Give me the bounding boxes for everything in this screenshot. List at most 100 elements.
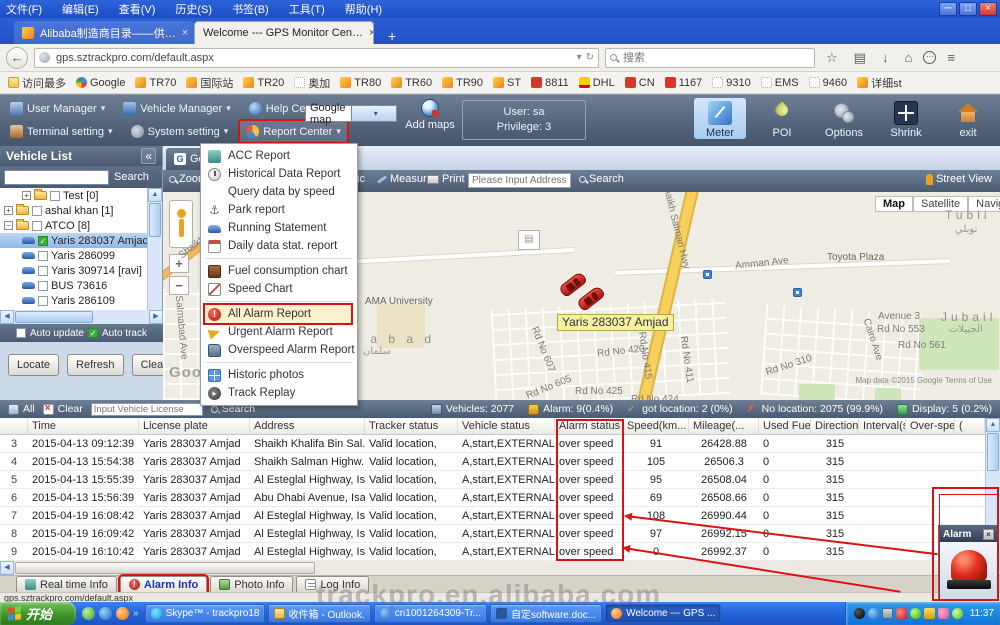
bookmark-tr70[interactable]: TR70 (135, 77, 176, 89)
table-row[interactable]: 92015-04-19 16:10:42Yaris 283037 AmjadAl… (0, 543, 1000, 561)
toolbar-menu-user-manager[interactable]: User Manager▾ (4, 98, 111, 119)
back-button[interactable]: ← (6, 47, 28, 69)
bookmark-奥加[interactable]: 奥加 (294, 75, 330, 91)
monitor-icon[interactable] (882, 608, 893, 619)
menu-item-park-report[interactable]: ⚓Park report (201, 201, 357, 219)
measure-button[interactable]: Measure (377, 173, 433, 185)
map-search-button[interactable]: Search (579, 173, 624, 185)
column-header-[interactable]: ( (955, 418, 985, 434)
checkbox[interactable] (50, 191, 60, 201)
print-button[interactable]: Print (427, 173, 465, 185)
task-cn1001264309-tr[interactable]: cn1001264309-Tr... (374, 604, 487, 623)
menu-item-overspeed-alarm-report[interactable]: Overspeed Alarm Report (201, 341, 357, 359)
checkbox[interactable]: ✓ (38, 236, 48, 246)
menu-item-query-data-by-speed[interactable]: Query data by speed (201, 183, 357, 201)
plus-icon[interactable] (952, 608, 963, 619)
browser-menu-帮助-h[interactable]: 帮助(H) (345, 1, 382, 17)
table-row[interactable]: 72015-04-19 16:08:42Yaris 283037 AmjadAl… (0, 507, 1000, 525)
column-header-used-fuel[interactable]: Used Fuel... (759, 418, 811, 434)
task-skype-trackpro18[interactable]: Skype™ - trackpro18 (145, 604, 265, 623)
bookmark-tr60[interactable]: TR60 (391, 77, 432, 89)
vehicle-search-button[interactable]: Search (114, 171, 149, 183)
tree-item-yaris-286109[interactable]: Yaris 286109 (0, 293, 148, 308)
column-header-vehicle-status[interactable]: Vehicle status (458, 418, 555, 434)
street-view-control[interactable] (169, 200, 193, 248)
bookmark-ems[interactable]: EMS (761, 77, 799, 89)
bookmark-1167[interactable]: 1167 (665, 77, 703, 89)
menu-item-daily-data-stat-report[interactable]: Daily data stat. report (201, 237, 357, 255)
expand-icon[interactable]: − (4, 221, 13, 230)
scroll-left-icon[interactable]: ◀ (0, 310, 14, 324)
browser-menu-文件-f[interactable]: 文件(F) (6, 1, 42, 17)
quick-launch-more-icon[interactable]: » (133, 608, 139, 619)
bookmark-tr20[interactable]: TR20 (243, 77, 284, 89)
bookmark-dhl[interactable]: DHL (579, 77, 615, 89)
url-dropdown-icon[interactable]: ▾ (577, 52, 582, 63)
tree-item-atco-8[interactable]: −ATCO [8] (0, 218, 148, 233)
close-icon[interactable]: × (979, 2, 997, 16)
vehicle-search-input[interactable] (4, 170, 109, 185)
column-header-tracker-status[interactable]: Tracker status (365, 418, 458, 434)
refresh-button[interactable]: Refresh (67, 354, 124, 376)
license-filter-input[interactable] (91, 403, 203, 416)
tree-item-test-0[interactable]: +Test [0] (0, 188, 148, 203)
menu-item-speed-chart[interactable]: Speed Chart (201, 280, 357, 298)
column-header-license-plate[interactable]: License plate (139, 418, 250, 434)
checkbox[interactable] (32, 221, 42, 231)
column-header-alarm-status[interactable]: Alarm status (555, 418, 623, 434)
menu-item-all-alarm-report[interactable]: !All Alarm Report (205, 305, 351, 323)
scroll-left-icon[interactable]: ◀ (0, 561, 14, 575)
toolbar-menu-system-setting[interactable]: System setting▾ (125, 121, 235, 142)
action-exit[interactable]: exit (942, 98, 994, 139)
minimize-icon[interactable]: ─ (939, 2, 957, 16)
column-header-address[interactable]: Address (250, 418, 365, 434)
action-meter[interactable]: Meter (694, 98, 746, 139)
url-input[interactable] (54, 51, 573, 65)
scroll-up-icon[interactable]: ▲ (986, 418, 1000, 432)
clear-list-button[interactable]: Clear (43, 403, 83, 415)
pink-icon[interactable] (938, 608, 949, 619)
table-row[interactable]: 42015-04-13 15:54:38Yaris 283037 AmjadSh… (0, 453, 1000, 471)
menu-item-running-statement[interactable]: Running Statement (201, 219, 357, 237)
checkbox[interactable] (38, 281, 48, 291)
column-header-mileage[interactable]: Mileage(... (689, 418, 759, 434)
toolbar-menu-vehicle-manager[interactable]: Vehicle Manager▾ (117, 98, 236, 119)
tree-item-yaris-286099[interactable]: Yaris 286099 (0, 248, 148, 263)
tree-item-yaris-309714-ravi[interactable]: Yaris 309714 [ravi] (0, 263, 148, 278)
task-welcome-gps[interactable]: Welcome --- GPS ... (605, 604, 721, 623)
vehicle-marker[interactable] (558, 271, 588, 298)
expand-icon[interactable]: + (4, 206, 13, 215)
scroll-thumb[interactable] (987, 433, 999, 471)
column-header-time[interactable]: Time (28, 418, 139, 434)
hamburger-menu-icon[interactable]: ≡ (942, 50, 960, 65)
tree-horizontal-scrollbar[interactable]: ◀ ▶ (0, 310, 163, 324)
menu-item-historic-photos[interactable]: Historic photos (201, 366, 357, 384)
bookmark-tr80[interactable]: TR80 (340, 77, 381, 89)
table-row[interactable]: 32015-04-13 09:12:39Yaris 283037 AmjadSh… (0, 435, 1000, 453)
map-type-map[interactable]: Map (875, 196, 913, 212)
new-tab-button[interactable]: + (382, 28, 402, 44)
tree-vertical-scrollbar[interactable]: ▲ (147, 188, 162, 310)
vehicle-map-label[interactable]: Yaris 283037 Amjad (557, 314, 674, 331)
close-icon[interactable]: × (983, 529, 994, 540)
menu-item-urgent-alarm-report[interactable]: Urgent Alarm Report (201, 323, 357, 341)
map-provider-select[interactable]: Google map ▾ (305, 105, 397, 122)
tab-close-icon[interactable]: × (369, 27, 374, 39)
toolbar-menu-terminal-setting[interactable]: Terminal setting▾ (4, 121, 119, 142)
green-check-icon[interactable] (910, 608, 921, 619)
messenger-icon[interactable] (82, 607, 95, 620)
action-options[interactable]: Options (818, 98, 870, 139)
bookmark-tr90[interactable]: TR90 (442, 77, 483, 89)
expand-icon[interactable]: + (22, 191, 31, 200)
column-header-interval-s[interactable]: Interval(s) (859, 418, 906, 434)
table-row[interactable]: 62015-04-13 15:56:39Yaris 283037 AmjadAb… (0, 489, 1000, 507)
start-button[interactable]: 开始 (0, 602, 76, 625)
scroll-up-icon[interactable]: ▲ (148, 188, 162, 202)
map-overlay-control[interactable]: ▤ (518, 230, 540, 250)
checkbox[interactable] (32, 206, 42, 216)
checkbox[interactable] (38, 266, 48, 276)
checkbox[interactable] (38, 251, 48, 261)
menu-item-historical-data-report[interactable]: Historical Data Report (201, 165, 357, 183)
table-row[interactable]: 52015-04-13 15:55:39Yaris 283037 AmjadAl… (0, 471, 1000, 489)
bookmarks-panel-icon[interactable]: ▤ (849, 50, 871, 66)
